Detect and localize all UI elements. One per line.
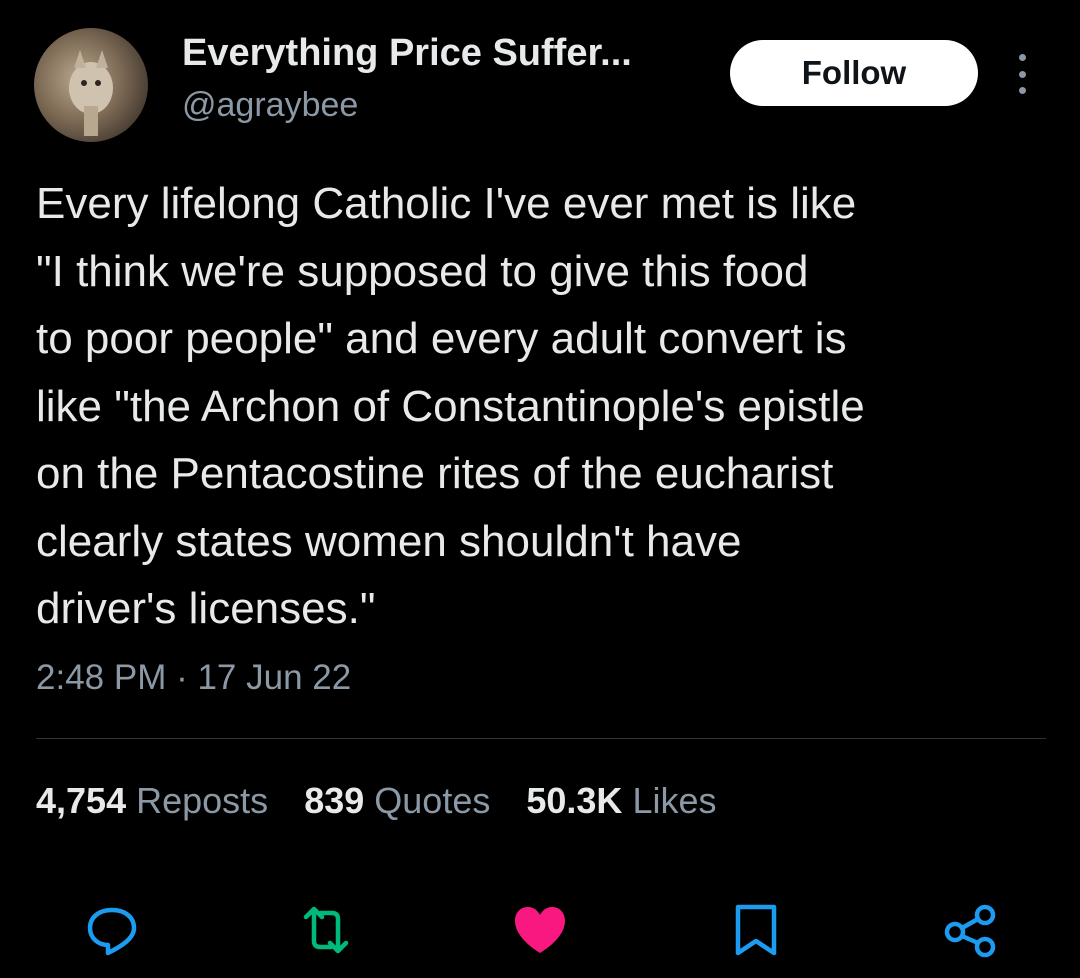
quotes-count: 839: [304, 780, 365, 821]
reposts-label: Reposts: [136, 780, 269, 821]
like-icon: [515, 907, 565, 953]
likes-label: Likes: [632, 780, 717, 821]
avatar[interactable]: [34, 28, 148, 142]
likes-count: 50.3K: [526, 780, 623, 821]
like-button[interactable]: [510, 900, 570, 960]
tweet-timestamp[interactable]: 2:48 PM · 17 Jun 22: [36, 658, 351, 698]
bookmark-icon: [735, 904, 777, 956]
tweet-line: like "the Archon of Constantinople's epi…: [36, 381, 865, 431]
reposts-stat[interactable]: 4,754 Reposts: [36, 780, 268, 822]
likes-stat[interactable]: 50.3K Likes: [526, 780, 716, 822]
tweet-line: driver's licenses.": [36, 584, 376, 633]
tweet-line: "I think we're supposed to give this foo…: [36, 246, 809, 296]
tweet-line: on the Pentacostine rites of the euchari…: [36, 449, 834, 498]
more-options-icon[interactable]: [1004, 54, 1040, 94]
author-handle[interactable]: @agraybee: [182, 86, 358, 125]
quotes-label: Quotes: [374, 780, 491, 821]
tweet-line: Every lifelong Catholic I've ever met is…: [36, 179, 857, 228]
repost-button[interactable]: [296, 900, 356, 960]
divider: [36, 738, 1046, 739]
quotes-stat[interactable]: 839 Quotes: [304, 780, 490, 822]
avatar-image: [69, 50, 113, 136]
bookmark-button[interactable]: [726, 900, 786, 960]
reply-button[interactable]: [82, 900, 142, 960]
engagement-stats: 4,754 Reposts 839 Quotes 50.3K Likes: [36, 780, 753, 822]
share-icon: [944, 904, 996, 958]
tweet-line: clearly states women shouldn't have: [36, 516, 742, 566]
reply-icon: [87, 907, 137, 956]
tweet-line: to poor people" and every adult convert …: [36, 314, 847, 363]
tweet-text: Every lifelong Catholic I've ever met is…: [36, 170, 1056, 643]
repost-icon: [303, 906, 349, 954]
author-name[interactable]: Everything Price Suffer...: [182, 32, 632, 75]
share-button[interactable]: [940, 900, 1000, 960]
reposts-count: 4,754: [36, 780, 127, 821]
follow-button[interactable]: Follow: [730, 40, 978, 106]
